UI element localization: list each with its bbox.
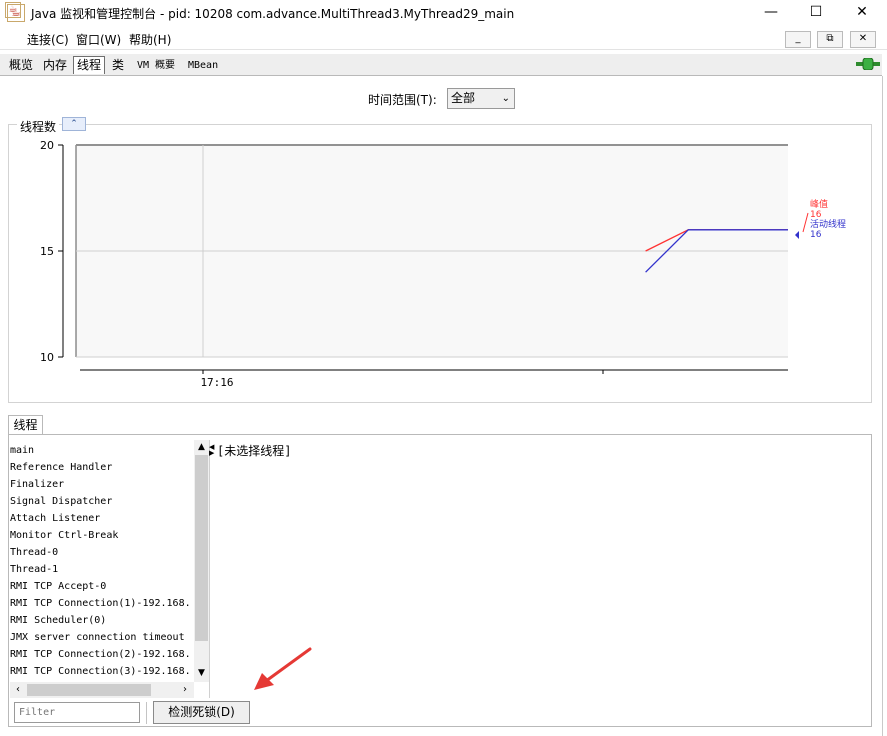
- thread-list-item[interactable]: RMI TCP Connection(1)-192.168.: [10, 595, 193, 612]
- thread-list-item[interactable]: Attach Listener: [10, 510, 193, 527]
- thread-detail: [未选择线程]: [217, 444, 292, 458]
- split-collapse-arrows-icon[interactable]: ◀ ▶: [209, 444, 215, 457]
- thread-list-item[interactable]: RMI TCP Connection(3)-192.168.: [10, 663, 193, 680]
- filter-input[interactable]: [14, 702, 140, 723]
- tab-thread-list[interactable]: 线程: [8, 415, 43, 435]
- annotation-arrow-icon: [254, 647, 312, 690]
- thread-list-item[interactable]: RMI TCP Accept-0: [10, 578, 193, 595]
- horizontal-scroll-thumb[interactable]: [27, 684, 151, 696]
- scroll-right-arrow-icon[interactable]: ›: [178, 683, 192, 697]
- maximize-button[interactable]: ☐: [793, 0, 839, 26]
- legend-peak-connector: [802, 212, 809, 233]
- tab-memory[interactable]: 内存: [40, 57, 70, 75]
- x-tick-label: 17:16: [200, 376, 233, 389]
- window-border: [882, 76, 883, 736]
- mdi-minimize-button[interactable]: _: [785, 31, 811, 48]
- mdi-restore-button[interactable]: ⧉: [817, 31, 843, 48]
- chevron-down-icon: ⌄: [501, 93, 510, 104]
- tab-overview[interactable]: 概览: [6, 57, 36, 75]
- tab-classes[interactable]: 类: [109, 57, 127, 75]
- scroll-down-arrow-icon[interactable]: ▼: [194, 667, 209, 680]
- toolbar-separator: [146, 702, 147, 724]
- thread-list-item[interactable]: Finalizer: [10, 476, 193, 493]
- thread-list[interactable]: main Reference Handler Finalizer Signal Dis…: [10, 442, 193, 682]
- thread-list-item[interactable]: RMI Scheduler(0): [10, 612, 193, 629]
- legend-peak-label: 峰值: [810, 198, 828, 210]
- thread-list-item[interactable]: Thread-1: [10, 561, 193, 578]
- y-tick-label: 15: [40, 245, 54, 258]
- legend-peak-value: 16: [810, 210, 822, 220]
- detect-deadlock-button[interactable]: 检测死锁(D): [153, 701, 250, 724]
- mdi-close-button[interactable]: ✕: [850, 31, 876, 48]
- thread-count-chart: 10152017:16 峰值16活动线程16: [40, 139, 846, 389]
- thread-list-item[interactable]: Monitor Ctrl-Break: [10, 527, 193, 544]
- menu-window[interactable]: 窗口(W): [76, 31, 121, 48]
- thread-list-item[interactable]: main: [10, 442, 193, 459]
- tab-vm-summary[interactable]: VM 概要: [134, 58, 178, 76]
- thread-list-item[interactable]: RMI TCP Connection(2)-192.168.: [10, 646, 193, 663]
- tab-threads[interactable]: 线程: [73, 56, 106, 74]
- legend-live-value: 16: [810, 230, 822, 240]
- vertical-scroll-thumb[interactable]: [195, 455, 208, 641]
- y-tick-label: 10: [40, 351, 54, 364]
- time-range-select[interactable]: 全部 ⌄: [447, 88, 515, 109]
- menu-help[interactable]: 帮助(H): [129, 31, 171, 48]
- legend-live-marker-icon: [795, 231, 799, 239]
- thread-list-item[interactable]: Reference Handler: [10, 459, 193, 476]
- menu-connection[interactable]: 连接(C): [27, 31, 69, 48]
- window-title: Java 监视和管理控制台 - pid: 10208 com.advance.M…: [31, 7, 515, 21]
- java-menu-icon[interactable]: ☕: [5, 2, 21, 18]
- scroll-up-arrow-icon[interactable]: ▲: [194, 441, 209, 454]
- connection-status-icon: [856, 58, 880, 70]
- split-pane-divider[interactable]: [209, 440, 215, 698]
- time-range-value: 全部: [451, 91, 476, 105]
- time-range-label: 时间范围(T):: [368, 93, 437, 107]
- minimize-button[interactable]: —: [748, 0, 794, 26]
- scroll-left-arrow-icon[interactable]: ‹: [11, 683, 25, 697]
- legend-live-label: 活动线程: [810, 218, 846, 230]
- close-button[interactable]: ✕: [839, 0, 885, 26]
- y-tick-label: 20: [40, 139, 54, 152]
- tab-bar: [0, 54, 882, 76]
- thread-list-item[interactable]: Signal Dispatcher: [10, 493, 193, 510]
- thread-list-item[interactable]: JMX server connection timeout: [10, 629, 193, 646]
- thread-list-item[interactable]: Thread-0: [10, 544, 193, 561]
- tab-mbean[interactable]: MBean: [185, 58, 221, 76]
